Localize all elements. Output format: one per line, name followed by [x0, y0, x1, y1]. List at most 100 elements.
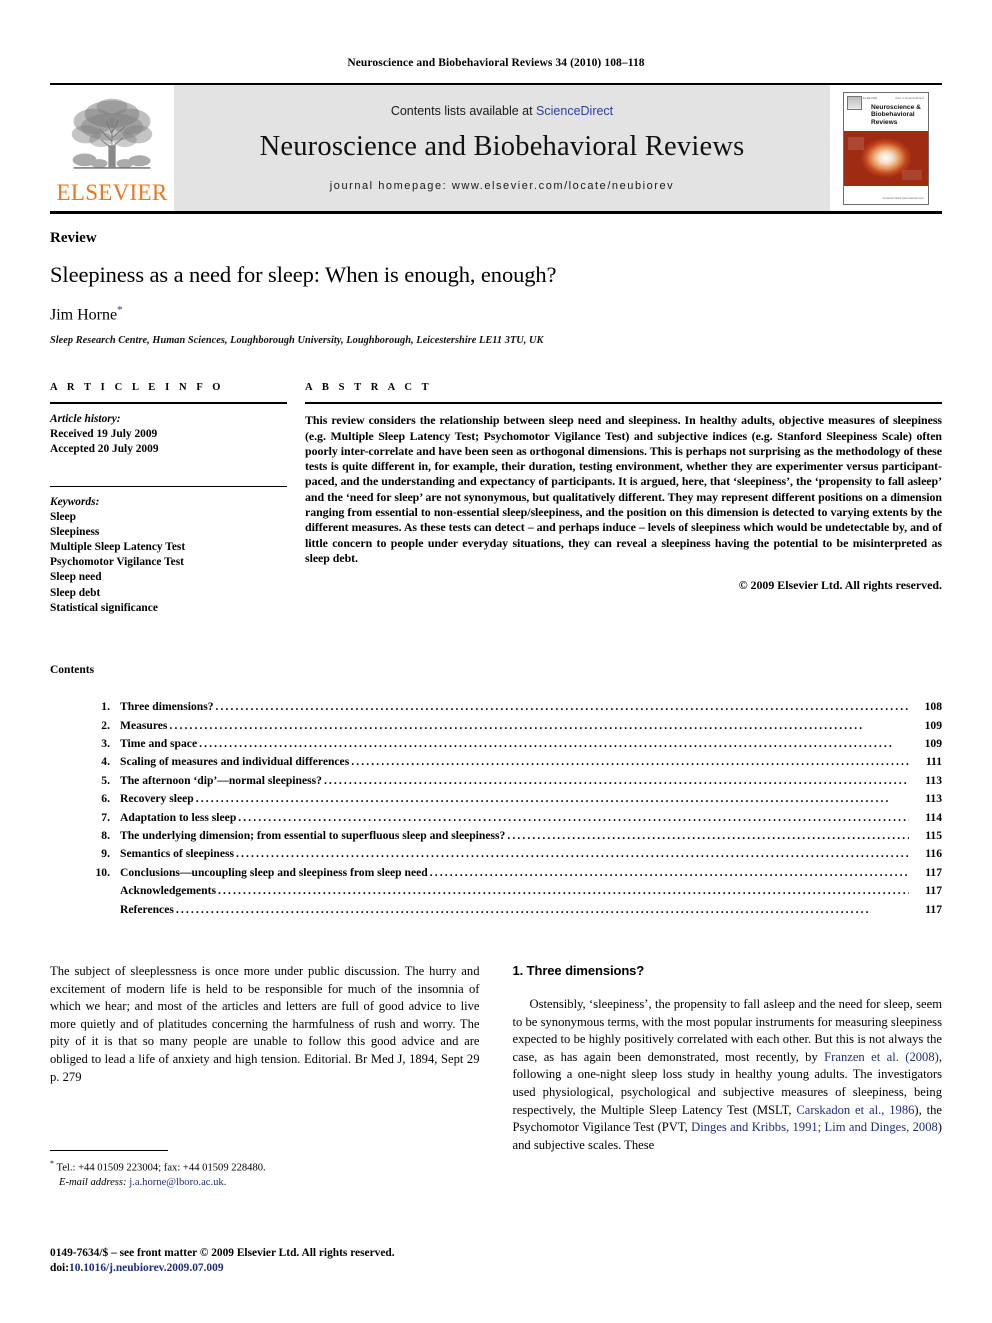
cover-image: ELSEVIER Also in ScienceDirect Neuroscie…	[843, 91, 929, 205]
footnote-email-line: E-mail address: j.a.horne@lboro.ac.uk.	[50, 1176, 480, 1190]
elsevier-wordmark: ELSEVIER	[56, 180, 168, 205]
toc-label: The underlying dimension; from essential…	[120, 828, 506, 842]
toc-page-number: 117	[925, 902, 942, 916]
toc-row[interactable]: 7. Adaptation to less sleep..............…	[50, 809, 942, 827]
toc-page-number: 116	[925, 847, 942, 861]
toc-page-number: 111	[925, 755, 942, 769]
keyword-item: Statistical significance	[50, 601, 158, 614]
keyword-item: Sleepiness	[50, 525, 100, 538]
toc-row[interactable]: 4. Scaling of measures and individual dif…	[50, 753, 942, 771]
toc-number: 4.	[101, 755, 110, 769]
citation-link-carskadon[interactable]: Carskadon et al., 1986	[796, 1103, 914, 1117]
cover-footer: Contents listed www.elsevier.com	[844, 185, 928, 204]
toc-page-number: 115	[925, 828, 942, 842]
citation-link-dinges[interactable]: Dinges and Kribbs, 1991; Lim and Dinges,…	[691, 1120, 938, 1134]
epigraph-quote: The subject of sleeplessness is once mor…	[50, 964, 480, 1084]
citation-link-franzen[interactable]: Franzen et al. (2008)	[824, 1050, 939, 1064]
toc-label: Semantics of sleepiness	[120, 847, 235, 861]
toc-label: References	[120, 902, 174, 916]
doi-prefix: doi:	[50, 1262, 69, 1275]
cover-artwork	[844, 130, 928, 187]
toc-dot-leader: ........................................…	[215, 700, 909, 714]
toc-page-number: 114	[925, 810, 942, 824]
toc-label: Measures	[120, 718, 168, 732]
article-info-label: A R T I C L E I N F O	[50, 382, 225, 394]
doi-line: doi:10.1016/j.neubiorev.2009.07.009	[50, 1261, 395, 1277]
toc-row[interactable]: 5. The afternoon ‘dip’—normal sleepiness?…	[50, 772, 942, 790]
toc-number: 3.	[101, 736, 110, 750]
toc-page-number: 108	[924, 700, 942, 714]
info-abstract-region: A R T I C L E I N F O Article history: R…	[50, 382, 942, 616]
keyword-item: Sleep debt	[50, 586, 101, 599]
corresponding-author-marker[interactable]: *	[117, 304, 123, 316]
toc-label: Acknowledgements	[120, 884, 216, 898]
toc-row[interactable]: 9. Semantics of sleepiness...............…	[50, 845, 942, 863]
footnote-tel-line: * Tel.: +44 01509 223004; fax: +44 01509…	[50, 1157, 480, 1176]
toc-row[interactable]: References..............................…	[50, 901, 942, 919]
footnote-tel: Tel.: +44 01509 223004; fax: +44 01509 2…	[56, 1162, 266, 1174]
author-line: Jim Horne*	[50, 304, 942, 324]
footnote-email-link[interactable]: j.a.horne@lboro.ac.uk.	[129, 1177, 226, 1188]
journal-homepage-link[interactable]: journal homepage: www.elsevier.com/locat…	[330, 180, 674, 192]
toc-label: Three dimensions?	[120, 700, 214, 714]
sciencedirect-link[interactable]: ScienceDirect	[536, 104, 613, 118]
article-info-column: A R T I C L E I N F O Article history: R…	[50, 382, 305, 616]
toc-label: Time and space	[120, 736, 198, 750]
article-history-accepted: Accepted 20 July 2009	[50, 443, 159, 456]
keyword-item: Sleep need	[50, 571, 102, 584]
keywords-rule	[50, 485, 287, 487]
page-title: Sleepiness as a need for sleep: When is …	[50, 262, 557, 288]
abstract-copyright: © 2009 Elsevier Ltd. All rights reserved…	[738, 578, 942, 593]
contents-available-line: Contents lists available at ScienceDirec…	[391, 104, 613, 118]
toc-row[interactable]: 1. Three dimensions?.....................…	[50, 698, 942, 716]
toc-number: 8.	[101, 828, 110, 842]
toc-number: 2.	[101, 718, 110, 732]
toc-row[interactable]: 3. Time and space........................…	[50, 735, 942, 753]
toc-page-number: 113	[925, 773, 942, 787]
article-history-received: Received 19 July 2009	[50, 428, 158, 441]
toc-label: Recovery sleep	[120, 792, 194, 806]
elsevier-tree-icon	[71, 98, 153, 169]
title-block: Review Sleepiness as a need for sleep: W…	[50, 230, 942, 346]
toc-row[interactable]: 8. The underlying dimension; from essenti…	[50, 827, 942, 845]
cover-tiny-right: Also in ScienceDirect	[895, 96, 924, 100]
toc-row[interactable]: 10. Conclusions—uncoupling sleep and slee…	[50, 864, 943, 882]
toc-page-number: 117	[925, 865, 942, 879]
toc-label: Scaling of measures and individual diffe…	[120, 755, 350, 769]
doi-link[interactable]: 10.1016/j.neubiorev.2009.07.009	[69, 1262, 224, 1274]
keyword-item: Multiple Sleep Latency Test	[50, 541, 186, 554]
toc-row[interactable]: Acknowledgements........................…	[50, 882, 942, 900]
article-type: Review	[50, 230, 97, 246]
contents-section: Contents 1. Three dimensions?............…	[50, 664, 942, 919]
toc-dot-leader: ........................................…	[323, 773, 909, 787]
toc-dot-leader: ........................................…	[429, 865, 909, 879]
toc-page-number: 109	[924, 718, 942, 732]
contents-available-text: Contents lists available at	[390, 104, 537, 118]
toc-number: 5.	[101, 773, 110, 787]
toc-row[interactable]: 6. Recovery sleep........................…	[50, 790, 942, 808]
cover-journal-name: Neuroscience & Biobehavioral Reviews	[871, 103, 921, 126]
toc-dot-leader: ........................................…	[238, 810, 909, 824]
journal-cover-thumbnail: ELSEVIER Also in ScienceDirect Neuroscie…	[830, 85, 942, 211]
toc-label: Adaptation to less sleep	[120, 810, 237, 824]
page-footer: 0149-7634/$ – see front matter © 2009 El…	[50, 1246, 395, 1277]
footnote-email-label: E-mail address:	[59, 1177, 127, 1189]
cover-elsevier-mark-icon	[847, 95, 862, 110]
article-info-rule-top	[50, 402, 287, 405]
footnote-separator	[50, 1150, 168, 1152]
contents-heading: Contents	[50, 664, 95, 677]
toc-label: The afternoon ‘dip’—normal sleepiness?	[120, 773, 322, 787]
masthead-center-panel: Contents lists available at ScienceDirec…	[174, 85, 830, 211]
toc-dot-leader: ........................................…	[507, 828, 909, 842]
keyword-item: Sleep	[50, 510, 76, 523]
keywords-heading: Keywords:	[50, 495, 100, 508]
toc-number: 1.	[101, 700, 110, 714]
toc-dot-leader: ........................................…	[351, 755, 909, 769]
abstract-column: A B S T R A C T This review considers th…	[305, 382, 942, 616]
body-columns: The subject of sleeplessness is once mor…	[50, 963, 942, 1191]
toc-number: 10.	[95, 865, 111, 879]
toc-dot-leader: ........................................…	[175, 902, 871, 916]
running-head: Neuroscience and Biobehavioral Reviews 3…	[347, 57, 645, 69]
author-name: Jim Horne	[50, 306, 118, 324]
toc-row[interactable]: 2. Measures..............................…	[50, 717, 942, 735]
